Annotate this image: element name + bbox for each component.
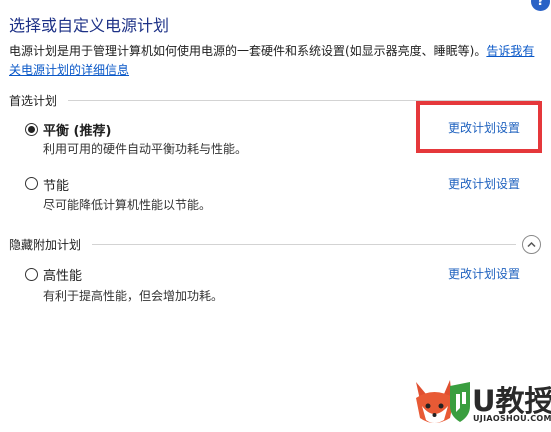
description-text: 电源计划是用于管理计算机如何使用电源的一套硬件和系统设置(如显示器亮度、睡眠等)… bbox=[9, 44, 487, 58]
radio-selected-icon[interactable] bbox=[25, 123, 38, 136]
plan-saver-name[interactable]: 节能 bbox=[43, 175, 69, 194]
page-description: 电源计划是用于管理计算机如何使用电源的一套硬件和系统设置(如显示器亮度、睡眠等)… bbox=[9, 42, 541, 80]
page-title: 选择或自定义电源计划 bbox=[9, 16, 170, 35]
shield-logo-icon bbox=[448, 382, 472, 422]
hidden-plans-divider bbox=[92, 244, 516, 245]
preferred-plans-label: 首选计划 bbox=[9, 94, 58, 108]
plan-saver-desc: 尽可能降低计算机性能以节能。 bbox=[43, 198, 212, 212]
plan-balanced-change-settings-link[interactable]: 更改计划设置 bbox=[448, 119, 520, 136]
plan-saver-change-settings-link[interactable]: 更改计划设置 bbox=[448, 175, 520, 192]
help-icon[interactable]: ? bbox=[531, 0, 550, 11]
plan-high-change-settings-link[interactable]: 更改计划设置 bbox=[448, 265, 520, 282]
plan-balanced-desc: 利用可用的硬件自动平衡功耗与性能。 bbox=[43, 142, 248, 156]
plan-balanced-name[interactable]: 平衡 (推荐) bbox=[43, 120, 111, 139]
hidden-plans-label: 隐藏附加计划 bbox=[9, 238, 82, 252]
collapse-up-icon[interactable] bbox=[522, 235, 541, 254]
watermark-url: UJIAOSHOU.COM bbox=[473, 414, 551, 423]
radio-unselected-icon[interactable] bbox=[25, 268, 38, 281]
plan-high-desc: 有利于提高性能，但会增加功耗。 bbox=[43, 289, 224, 303]
radio-unselected-icon[interactable] bbox=[25, 177, 38, 190]
plan-high-name[interactable]: 高性能 bbox=[43, 265, 82, 284]
